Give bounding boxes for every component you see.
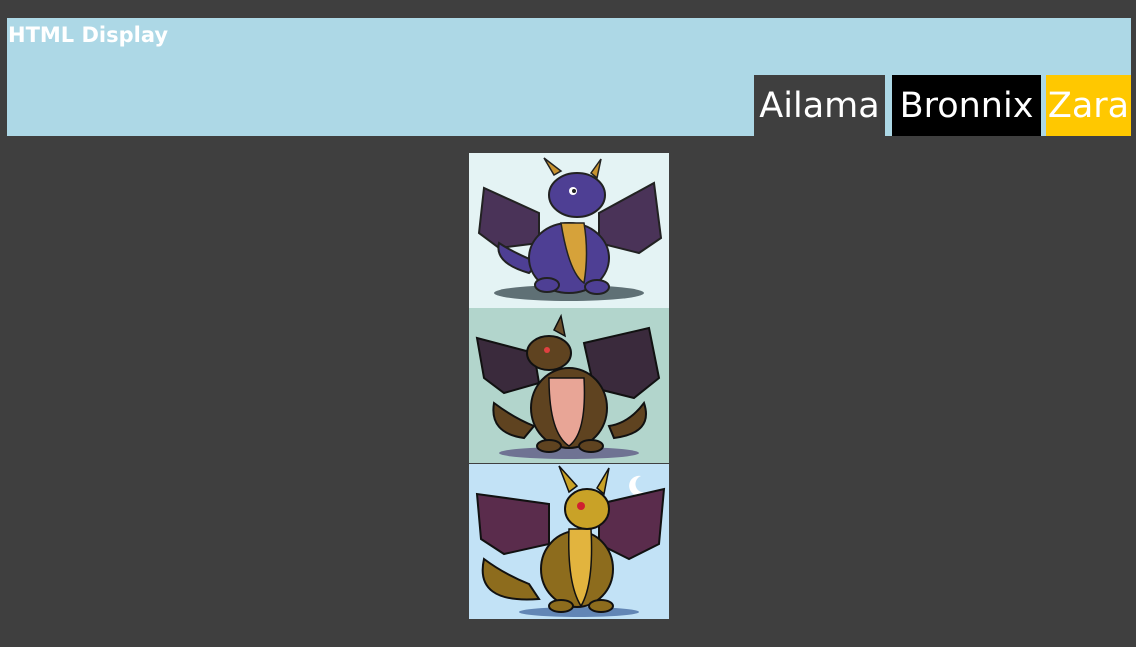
nav-tab-bronnix[interactable]: Bronnix (892, 75, 1041, 136)
nav-tab-zara[interactable]: Zara (1046, 75, 1131, 136)
dragon-image-purple (469, 153, 669, 308)
dragon-gallery (469, 153, 669, 619)
dragon-image-bronze (469, 308, 669, 463)
nav-tab-ailama[interactable]: Ailama (754, 75, 885, 136)
page-title: HTML Display (8, 23, 169, 47)
dragon-image-gold (469, 464, 669, 619)
header-bar: HTML Display Ailama Bronnix Zara (7, 18, 1131, 136)
